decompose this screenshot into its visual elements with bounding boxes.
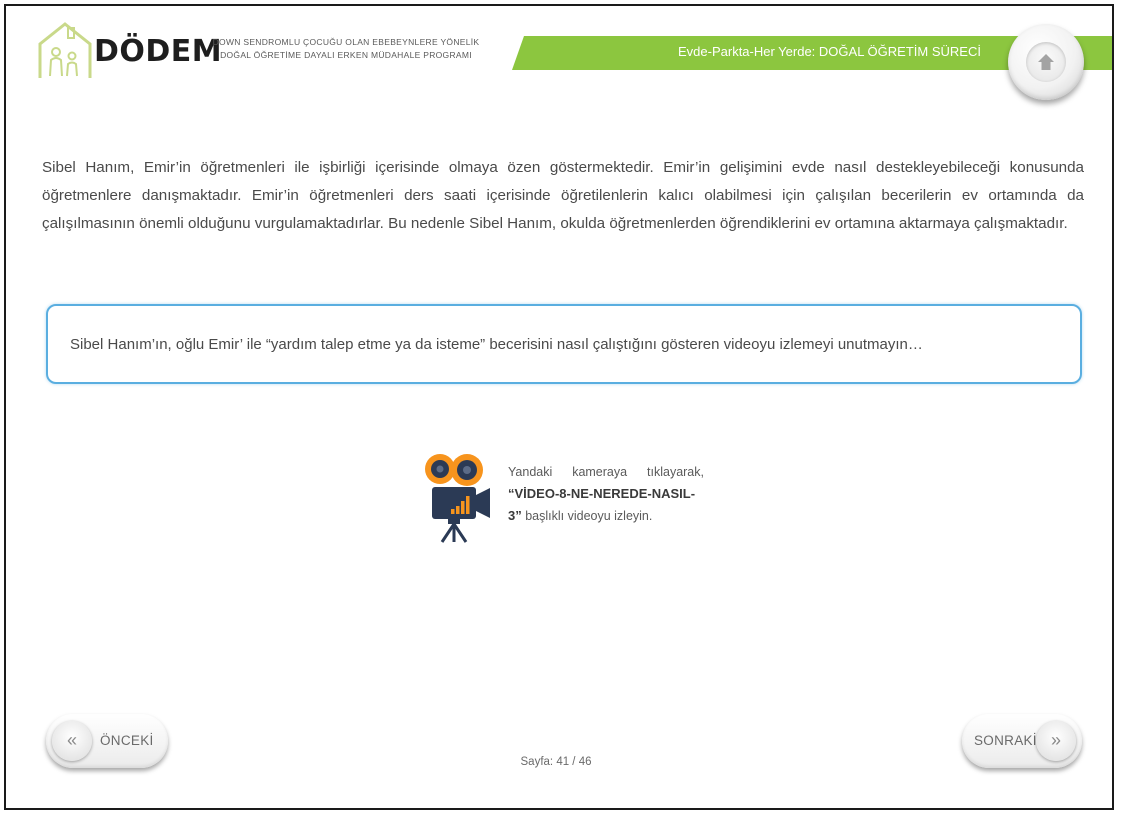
section-title: Evde-Parkta-Her Yerde: DOĞAL ÖĞRETİM SÜR… [678, 44, 981, 59]
video-camera-icon[interactable] [420, 452, 494, 544]
previous-label: ÖNCEKİ [100, 733, 154, 748]
page-number: Sayfa: 41 / 46 [520, 756, 592, 768]
callout-text: Sibel Hanım’ın, oğlu Emir’ ile “yardım t… [70, 336, 923, 353]
video-caption: Yandaki kameraya tıklayarak, “VİDEO-8-NE… [508, 462, 704, 527]
caption-word: Yandaki [508, 465, 553, 479]
brand-subtitle: DOWN SENDROMLU ÇOCUĞU OLAN EBEBEYNLERE Y… [186, 36, 506, 62]
video-caption-end: başlıklı videoyu izleyin. [521, 509, 653, 523]
home-button[interactable] [1008, 24, 1084, 100]
home-button-face [1026, 42, 1066, 82]
previous-button[interactable]: « ÖNCEKİ [46, 714, 168, 768]
page-frame: DÖDEM DOWN SENDROMLU ÇOCUĞU OLAN EBEBEYN… [4, 4, 1114, 810]
next-button[interactable]: SONRAKİ » [962, 714, 1082, 768]
callout-box: Sibel Hanım’ın, oğlu Emir’ ile “yardım t… [46, 304, 1082, 384]
chevron-double-left-icon: « [52, 721, 92, 761]
video-title-end: 3” [508, 508, 522, 523]
next-label: SONRAKİ [974, 733, 1037, 748]
caption-word: kameraya [572, 465, 628, 479]
dodem-logo-icon [38, 22, 92, 78]
brand-subtitle-line1: DOWN SENDROMLU ÇOCUĞU OLAN EBEBEYNLERE Y… [212, 37, 480, 47]
chevron-double-right-icon: » [1036, 721, 1076, 761]
caption-word: tıklayarak, [647, 465, 704, 479]
home-icon [1038, 54, 1054, 70]
story-paragraph: Sibel Hanım, Emir’in öğretmenleri ile iş… [42, 159, 1084, 232]
video-title: “VİDEO-8-NE-NEREDE-NASIL- [508, 486, 696, 501]
brand-subtitle-line2: DOĞAL ÖĞRETİME DAYALI ERKEN MÜDAHALE PRO… [220, 50, 472, 60]
video-caption-line1: Yandaki kameraya tıklayarak, [508, 462, 704, 483]
